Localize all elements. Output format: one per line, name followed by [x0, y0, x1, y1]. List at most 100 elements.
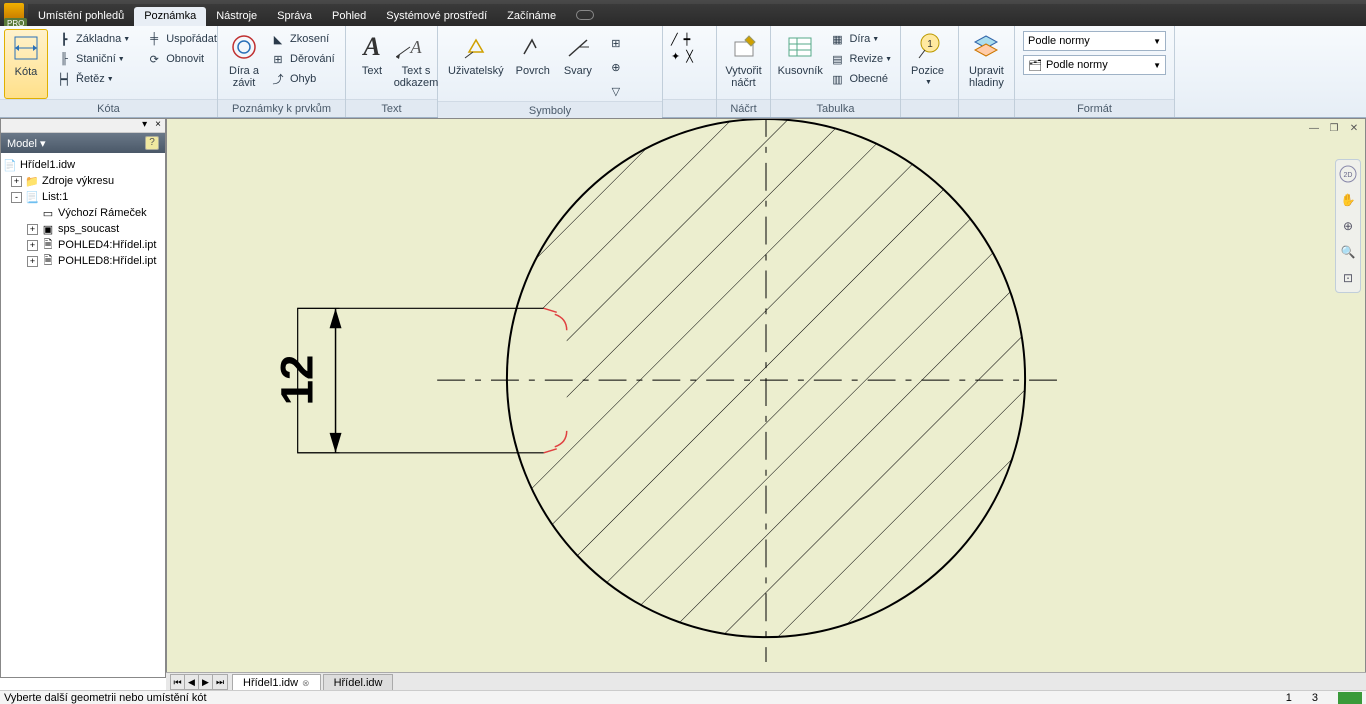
kusovnik-button[interactable]: Kusovník — [775, 29, 825, 99]
tab-revize-button[interactable]: ▤Revize▼ — [825, 49, 896, 69]
zoom-window-icon[interactable]: 🔍 — [1338, 242, 1358, 262]
tree-node[interactable]: +▣sps_soucast — [3, 221, 163, 237]
tab-nastroje[interactable]: Nástroje — [206, 7, 267, 26]
centermark-icon[interactable]: ┿ — [684, 33, 691, 46]
tree-expand-icon[interactable]: + — [11, 176, 22, 187]
doc-tab-inactive[interactable]: Hřídel.idw — [323, 674, 394, 691]
pager-next-icon[interactable]: ▶ — [199, 675, 213, 689]
text-label: Text — [362, 65, 382, 77]
tree-root[interactable]: 📄Hřídel1.idw — [3, 157, 163, 173]
tree-expand-icon[interactable]: + — [27, 240, 38, 251]
tab-obecne-button[interactable]: ▥Obecné — [825, 69, 896, 89]
ribbon-tabs: Umístění pohledů Poznámka Nástroje Správ… — [28, 4, 1366, 26]
kota-button[interactable]: Kóta — [4, 29, 48, 99]
pager-prev-icon[interactable]: ◀ — [185, 675, 199, 689]
stanicni-button[interactable]: ╟Staniční▼ — [52, 49, 134, 69]
svg-text:1: 1 — [927, 39, 933, 50]
doc-tab-active[interactable]: Hřídel1.idw⊗ — [232, 674, 321, 691]
tree-node[interactable]: -📃List:1 — [3, 189, 163, 205]
tab-close-icon[interactable]: ⊗ — [302, 678, 310, 689]
view-min-icon[interactable]: — — [1307, 123, 1321, 135]
browser-dropdown-icon[interactable]: ▾ — [138, 119, 151, 132]
centerline-icon[interactable]: ╱ — [671, 33, 678, 46]
tab-umisteni[interactable]: Umístění pohledů — [28, 7, 134, 26]
tab-pohled[interactable]: Pohled — [322, 7, 376, 26]
ohyb-button[interactable]: ⤴Ohyb — [266, 69, 339, 89]
chain-icon: ┝┥ — [56, 71, 72, 87]
view-window-controls: — ❐ ✕ — [1307, 123, 1361, 135]
panel-title: Tabulka — [771, 99, 900, 117]
chamfer-icon: ◣ — [270, 31, 286, 47]
tree-node[interactable]: +🗎POHLED8:Hřídel.ipt — [3, 253, 163, 269]
bend-icon: ⤴ — [270, 71, 286, 87]
tree-expand-icon[interactable]: - — [11, 192, 22, 203]
sym-extra-1[interactable]: ⊞ — [604, 33, 632, 53]
sym-extra-2[interactable]: ⊕ — [604, 57, 632, 77]
refresh-icon: ⟳ — [146, 51, 162, 67]
retez-button[interactable]: ┝┥Řetěz▼ — [52, 69, 134, 89]
browser-title[interactable]: Model ▾ ? — [1, 133, 165, 153]
status-n2: 3 — [1312, 692, 1318, 704]
drawing-canvas[interactable]: — ❐ ✕ 2D ✋ ⊕ 🔍 ⊡ — [166, 118, 1366, 678]
obnovit-button[interactable]: ⟳Obnovit — [142, 49, 221, 69]
uzivatelsky-button[interactable]: Uživatelský — [442, 29, 510, 99]
tree-label: Zdroje výkresu — [42, 175, 114, 187]
dira-zavit-button[interactable]: Díra a závit — [222, 29, 266, 99]
ordinate-icon: ╟ — [56, 51, 72, 67]
panel-tabulka: Kusovník ▦Díra▼ ▤Revize▼ ▥Obecné Tabulka — [771, 26, 901, 117]
document-tabs: ⏮ ◀ ▶ ⏭ Hřídel1.idw⊗ Hřídel.idw — [166, 672, 1366, 690]
zakladna-button[interactable]: ┣Základna▼ — [52, 29, 134, 49]
tree-expand-icon[interactable]: + — [27, 224, 38, 235]
hole-thread-icon — [228, 31, 260, 63]
text-button[interactable]: A Text — [350, 29, 394, 99]
panel-text: A Text A Text s odkazem Text — [346, 26, 438, 117]
help-icon[interactable]: ? — [145, 136, 159, 150]
hladiny-label: Upravit hladiny — [969, 65, 1004, 89]
zoom-in-icon[interactable]: ⊕ — [1338, 216, 1358, 236]
browser-close-icon[interactable]: × — [151, 119, 165, 132]
tab-systemove[interactable]: Systémové prostředí — [376, 7, 497, 26]
derovani-button[interactable]: ⊞Děrování — [266, 49, 339, 69]
navigation-bar: 2D ✋ ⊕ 🔍 ⊡ — [1335, 159, 1361, 293]
pozice-button[interactable]: 1 Pozice ▼ — [905, 29, 950, 99]
text-odkaz-button[interactable]: A Text s odkazem — [394, 29, 438, 99]
pager-first-icon[interactable]: ⏮ — [171, 675, 185, 689]
sym-extra-3[interactable]: ▽ — [604, 81, 632, 101]
tree-label: Výchozí Rámeček — [58, 207, 147, 219]
tree-node[interactable]: +🗎POHLED4:Hřídel.ipt — [3, 237, 163, 253]
tree-frame-icon: ▭ — [41, 206, 55, 220]
format-norma-dd1[interactable]: Podle normy▼ — [1023, 31, 1166, 51]
tree-node[interactable]: ▭Výchozí Rámeček — [3, 205, 163, 221]
layer-icon: 🗂 — [1028, 59, 1042, 72]
nav-2d-icon[interactable]: 2D — [1338, 164, 1358, 184]
tab-sprava[interactable]: Správa — [267, 7, 322, 26]
tree-expand-icon[interactable]: + — [27, 256, 38, 267]
tree-node[interactable]: +📁Zdroje výkresu — [3, 173, 163, 189]
upravit-hladiny-button[interactable]: Upravit hladiny — [963, 29, 1010, 99]
vytvorit-nacrt-button[interactable]: Vytvořit náčrt — [721, 29, 766, 99]
tab-poznamka[interactable]: Poznámka — [134, 7, 206, 26]
drawing-svg: 12 — [167, 119, 1365, 677]
centerpattern-icon[interactable]: ✦ — [671, 50, 680, 63]
text-icon: A — [356, 31, 388, 63]
holetable-icon: ▦ — [829, 31, 845, 47]
partslist-icon — [784, 31, 816, 63]
bisector-icon[interactable]: ╳ — [686, 50, 693, 63]
zkoseni-button[interactable]: ◣Zkosení — [266, 29, 339, 49]
ribbon-minimize-icon[interactable] — [576, 10, 594, 20]
pan-icon[interactable]: ✋ — [1338, 190, 1358, 210]
usporadat-button[interactable]: ╪Uspořádat — [142, 29, 221, 49]
povrch-button[interactable]: Povrch — [510, 29, 556, 99]
svary-button[interactable]: Svary — [556, 29, 600, 99]
view-restore-icon[interactable]: ❐ — [1327, 123, 1341, 135]
panel-title: Symboly — [438, 101, 662, 119]
leader-text-icon: A — [400, 31, 432, 63]
zoom-all-icon[interactable]: ⊡ — [1338, 268, 1358, 288]
panel-title — [901, 99, 958, 117]
tab-zaciname[interactable]: Začínáme — [497, 7, 566, 26]
kusovnik-label: Kusovník — [778, 65, 823, 77]
format-norma-dd2[interactable]: 🗂Podle normy▼ — [1023, 55, 1166, 75]
tab-dira-button[interactable]: ▦Díra▼ — [825, 29, 896, 49]
pager-last-icon[interactable]: ⏭ — [213, 675, 227, 689]
view-close-icon[interactable]: ✕ — [1347, 123, 1361, 135]
